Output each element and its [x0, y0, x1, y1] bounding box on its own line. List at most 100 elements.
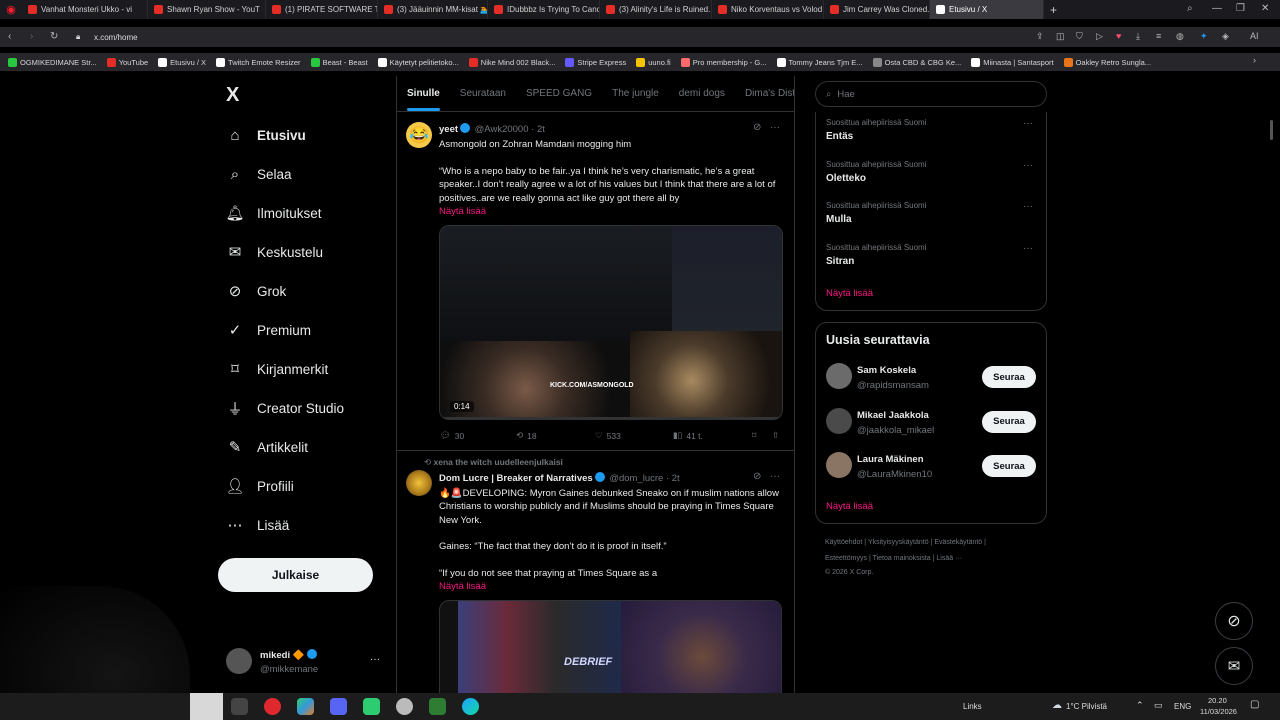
- tweet-video[interactable]: DEBRIEF: [439, 600, 782, 693]
- start-tile[interactable]: [190, 693, 223, 720]
- download-icon[interactable]: ⤓: [1136, 31, 1140, 42]
- tab-search-icon[interactable]: ⌕: [1187, 3, 1193, 14]
- browser-tab[interactable]: Niko Korventaus vs Volod: [712, 0, 824, 19]
- trend-more-icon[interactable]: ···: [1023, 160, 1033, 171]
- shield-icon[interactable]: ⛉: [1076, 31, 1083, 42]
- bookmark-item[interactable]: Tommy Jeans Tjm E...: [776, 57, 863, 67]
- bookmark-item[interactable]: Stripe Express: [565, 57, 626, 67]
- bookmark-item[interactable]: Nike Mind 002 Black...: [468, 57, 555, 67]
- edge-icon[interactable]: [462, 698, 479, 715]
- browser-tab[interactable]: Etusivu / X: [930, 0, 1044, 19]
- language-indicator[interactable]: ENG: [1174, 702, 1191, 711]
- heart-icon[interactable]: ♥: [1116, 31, 1121, 41]
- nav-item-profiili[interactable]: 👤︎ Profiili: [225, 477, 293, 495]
- bookmark-icon[interactable]: ⌑: [752, 430, 756, 441]
- extensions-icon[interactable]: ✦: [1200, 31, 1208, 42]
- x-logo[interactable]: X: [226, 84, 239, 107]
- browser-tab[interactable]: (3) Alinity's Life is Ruined.: [600, 0, 712, 19]
- share-icon[interactable]: ⇪: [1036, 31, 1044, 42]
- bookmarks-overflow-icon[interactable]: ›: [1253, 55, 1256, 65]
- follow-avatar[interactable]: [826, 363, 852, 389]
- cube-icon[interactable]: ◈: [1222, 31, 1229, 42]
- follow-button[interactable]: Seuraa: [982, 410, 1036, 433]
- bookmark-item[interactable]: Miinasta | Santasport: [971, 57, 1054, 67]
- like-button[interactable]: ♡ 533: [595, 430, 621, 441]
- clock-date[interactable]: 11/03/2026: [1200, 707, 1237, 716]
- trend-name[interactable]: Mulla: [826, 214, 852, 225]
- tweet-avatar[interactable]: 😂: [406, 122, 432, 148]
- post-button[interactable]: Julkaise: [218, 558, 373, 592]
- browser-tab[interactable]: Vanhat Monsteri Ukko - vi: [22, 0, 148, 19]
- grok-icon[interactable]: ⊘: [753, 471, 761, 482]
- bookmark-item[interactable]: Osta CBD & CBG Ke...: [872, 57, 961, 67]
- search-input[interactable]: ⌕ Hae: [815, 81, 1047, 107]
- tweet-time[interactable]: 2t: [537, 124, 545, 135]
- browser-tab[interactable]: IDubbbz Is Trying To Canc: [488, 0, 600, 19]
- nav-item-keskustelu[interactable]: ✉ Keskustelu: [226, 243, 323, 261]
- follow-button[interactable]: Seuraa: [982, 366, 1036, 388]
- minimize-icon[interactable]: —: [1212, 3, 1222, 14]
- forward-icon[interactable]: ›: [30, 31, 33, 42]
- tweet-author-handle[interactable]: @Awk20000: [475, 124, 529, 135]
- timeline-tab[interactable]: SPEED GANG: [526, 88, 592, 99]
- bookmark-item[interactable]: Oakley Retro Sungla...: [1063, 57, 1151, 67]
- tweet-author-handle[interactable]: @dom_lucre: [609, 473, 663, 484]
- tweet-more-icon[interactable]: ···: [770, 471, 780, 482]
- trends-show-more[interactable]: Näytä lisää: [826, 288, 873, 299]
- tweet-more-icon[interactable]: ···: [770, 122, 780, 133]
- footer-links-1[interactable]: Käyttöehdot | Yksityisyyskäytäntö | Eväs…: [825, 539, 986, 546]
- tray-chevron-icon[interactable]: ⌃: [1136, 700, 1144, 711]
- clock-time[interactable]: 20.20: [1208, 696, 1227, 705]
- footer-links-2[interactable]: Esteettömyys | Tietoa mainoksista | Lisä…: [825, 555, 962, 562]
- repost-button[interactable]: ⟲ 18: [516, 430, 537, 441]
- reload-icon[interactable]: ↻: [50, 31, 58, 42]
- green-app-icon[interactable]: [363, 698, 380, 715]
- profile-icon[interactable]: ◍: [1176, 31, 1184, 42]
- who-show-more[interactable]: Näytä lisää: [826, 501, 873, 512]
- bookmark-item[interactable]: OGMIKEDIMANE Str...: [8, 57, 97, 67]
- show-more-link[interactable]: Näytä lisää: [439, 581, 486, 592]
- tweet-video[interactable]: KICK.COM/ASMONGOLD 0:14: [439, 225, 783, 420]
- new-tab-button[interactable]: +: [1050, 3, 1057, 17]
- ai-button[interactable]: AI: [1250, 31, 1259, 41]
- arrow-app-icon[interactable]: [429, 698, 446, 715]
- bookmark-item[interactable]: Käytetyt pelitietoko...: [377, 57, 459, 67]
- browser-tab[interactable]: Jim Carrey Was Cloned. H: [824, 0, 930, 19]
- nav-item-lisää[interactable]: ⋯ Lisää: [226, 516, 290, 534]
- bookmark-item[interactable]: Etusivu / X: [158, 57, 206, 67]
- bookmark-item[interactable]: uuno.fi: [636, 57, 671, 67]
- browser-tab[interactable]: (1) PIRATE SOFTWARE TRI: [266, 0, 378, 19]
- timeline-tab[interactable]: Sinulle: [407, 88, 440, 111]
- follow-avatar[interactable]: [826, 407, 852, 434]
- weather-icon[interactable]: ☁: [1052, 700, 1062, 711]
- browser-tab[interactable]: Shawn Ryan Show - YouT: [148, 0, 266, 19]
- messages-float-button[interactable]: ✉: [1215, 647, 1253, 685]
- share-icon[interactable]: ⇧: [772, 430, 779, 441]
- follow-name[interactable]: Laura Mäkinen: [857, 454, 924, 465]
- shield-app-icon[interactable]: [396, 698, 413, 715]
- tweet-avatar[interactable]: [406, 470, 432, 496]
- bookmark-item[interactable]: YouTube: [106, 57, 148, 67]
- tweet-time[interactable]: 2t: [672, 473, 680, 484]
- network-icon[interactable]: ▭: [1154, 700, 1163, 711]
- weather-text[interactable]: 1°C Pilvistä: [1066, 702, 1107, 711]
- page-scrollbar[interactable]: [1270, 120, 1273, 140]
- trend-name[interactable]: Oletteko: [826, 173, 866, 184]
- grok-float-button[interactable]: ⊘: [1215, 602, 1253, 640]
- nav-item-grok[interactable]: ⊘ Grok: [226, 282, 287, 300]
- tweet-author-name[interactable]: yeet: [439, 124, 458, 135]
- trend-name[interactable]: Sitran: [826, 256, 854, 267]
- show-more-link[interactable]: Näytä lisää: [439, 206, 486, 217]
- menu-icon[interactable]: ≡: [1156, 31, 1161, 41]
- colorful-app-icon[interactable]: [297, 698, 314, 715]
- nav-item-etusivu[interactable]: ⌂ Etusivu: [226, 126, 305, 144]
- play-icon[interactable]: ▷: [1096, 31, 1103, 42]
- task-view-icon[interactable]: [231, 698, 248, 715]
- bookmark-item[interactable]: Beast - Beast: [310, 57, 368, 67]
- url-field[interactable]: 🔒︎ x.com/home: [70, 29, 1030, 45]
- follow-avatar[interactable]: [826, 452, 852, 478]
- follow-button[interactable]: Seuraa: [982, 455, 1036, 477]
- account-switcher[interactable]: mikedi 🔶 @mikkemane ···: [226, 646, 386, 680]
- close-window-icon[interactable]: ✕: [1261, 3, 1269, 14]
- maximize-icon[interactable]: ❐: [1236, 3, 1245, 14]
